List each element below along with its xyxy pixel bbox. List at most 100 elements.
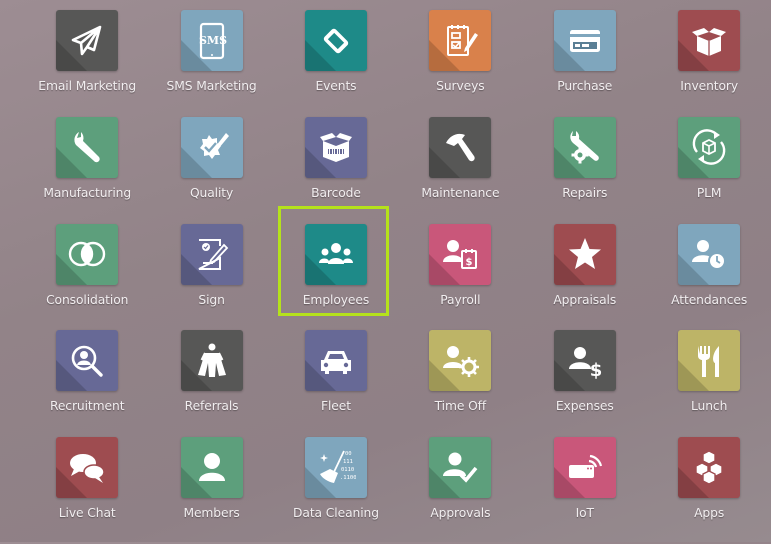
superhero-icon [192, 341, 232, 381]
person-check-icon [440, 448, 480, 488]
app-apps[interactable]: Apps [647, 437, 771, 544]
app-attendances[interactable]: Attendances [647, 223, 771, 331]
app-tile[interactable] [678, 330, 741, 392]
app-tile[interactable] [180, 116, 243, 178]
app-tile[interactable] [678, 10, 741, 71]
ticket-icon [316, 21, 356, 61]
star-icon [565, 234, 605, 274]
app-events[interactable]: Events [274, 10, 398, 117]
app-label: Payroll [440, 292, 481, 307]
app-tile[interactable] [553, 437, 616, 499]
app-tile[interactable]: SMS [180, 10, 243, 71]
app-label: Inventory [680, 79, 739, 93]
app-tile[interactable] [180, 330, 243, 392]
app-label: Live Chat [58, 506, 116, 521]
app-payroll[interactable]: $ Payroll [398, 223, 522, 331]
app-tile[interactable] [304, 10, 367, 71]
fork-knife-icon [689, 341, 729, 381]
app-referrals[interactable]: Referrals [149, 330, 273, 437]
app-grid: Email Marketing SMS SMS Marketing Events Sur… [25, 10, 771, 544]
app-label: Fleet [321, 399, 351, 414]
barcode-box-icon [316, 127, 356, 167]
app-tile[interactable] [429, 10, 492, 71]
app-tile[interactable] [304, 223, 367, 285]
app-approvals[interactable]: Approvals [398, 437, 522, 544]
app-data-cleaning[interactable]: 00 111 0110 .1100 Data Cleaning [274, 437, 398, 544]
app-tile[interactable] [56, 223, 119, 285]
app-plm[interactable]: PLM [647, 116, 771, 224]
app-tile[interactable] [429, 330, 492, 392]
app-expenses[interactable]: $ Expenses [523, 330, 647, 437]
app-tile[interactable]: 00 111 0110 .1100 [304, 437, 367, 499]
svg-text:111: 111 [343, 459, 353, 465]
app-label: PLM [696, 185, 722, 200]
app-tile[interactable] [678, 437, 741, 499]
person-icon [192, 448, 232, 488]
app-recruitment[interactable]: Recruitment [25, 330, 149, 437]
app-appraisals[interactable]: Appraisals [523, 223, 647, 331]
app-tile[interactable] [304, 116, 367, 178]
app-time-off[interactable]: Time Off [398, 330, 522, 437]
app-repairs[interactable]: Repairs [523, 116, 647, 224]
app-barcode[interactable]: Barcode [274, 116, 398, 224]
app-tile[interactable]: $ [429, 223, 492, 285]
app-tile[interactable] [56, 10, 119, 71]
app-employees[interactable]: Employees [274, 223, 398, 331]
app-manufacturing[interactable]: Manufacturing [25, 116, 149, 224]
app-tile[interactable] [553, 223, 616, 285]
wrench-gear-icon [565, 127, 605, 167]
app-sms-marketing[interactable]: SMS SMS Marketing [149, 10, 273, 117]
app-fleet[interactable]: Fleet [274, 330, 398, 437]
app-label: Consolidation [46, 292, 129, 307]
app-maintenance[interactable]: Maintenance [398, 116, 522, 224]
app-tile[interactable] [553, 116, 616, 178]
app-label: Employees [302, 292, 370, 307]
svg-text:0110: 0110 [341, 467, 354, 473]
app-tile[interactable] [56, 116, 119, 178]
svg-text:$: $ [589, 360, 602, 381]
app-sign[interactable]: Sign [149, 223, 273, 331]
app-tile[interactable] [678, 223, 741, 285]
people-group-icon [316, 234, 356, 274]
chat-bubbles-icon [67, 448, 107, 488]
app-inventory[interactable]: Inventory [647, 10, 771, 117]
app-label: Lunch [691, 399, 728, 414]
app-tile[interactable] [304, 330, 367, 392]
app-label: Events [315, 79, 357, 93]
person-dollar-icon: $ [565, 341, 605, 381]
app-email-marketing[interactable]: Email Marketing [25, 10, 149, 117]
app-label: Apps [694, 506, 725, 521]
hammer-icon [440, 127, 480, 167]
app-label: IoT [575, 506, 594, 521]
app-members[interactable]: Members [149, 437, 273, 544]
app-tile[interactable] [429, 116, 492, 178]
svg-text:00: 00 [345, 451, 352, 457]
app-purchase[interactable]: Purchase [523, 10, 647, 117]
app-tile[interactable] [429, 437, 492, 499]
app-label: SMS Marketing [166, 79, 257, 93]
app-tile[interactable] [56, 330, 119, 392]
app-tile[interactable] [678, 116, 741, 178]
credit-card-icon [565, 21, 605, 61]
badge-check-pencil-icon [192, 127, 232, 167]
app-tile[interactable] [180, 437, 243, 499]
app-label: Sign [198, 292, 225, 307]
app-tile[interactable] [56, 437, 119, 499]
overlapping-circles-icon [67, 234, 107, 274]
person-clock-icon [689, 234, 729, 274]
app-surveys[interactable]: Surveys [398, 10, 522, 117]
app-label: Barcode [311, 185, 361, 200]
app-tile[interactable] [553, 10, 616, 71]
app-consolidation[interactable]: Consolidation [25, 223, 149, 331]
app-iot[interactable]: IoT [523, 437, 647, 544]
app-tile[interactable]: $ [553, 330, 616, 392]
app-label: Recruitment [49, 399, 125, 414]
search-person-icon [67, 341, 107, 381]
person-calendar-dollar-icon: $ [440, 234, 480, 274]
app-live-chat[interactable]: Live Chat [25, 437, 149, 544]
app-tile[interactable] [180, 223, 243, 285]
iot-device-icon [565, 448, 605, 488]
cycle-box-icon [689, 127, 729, 167]
app-quality[interactable]: Quality [149, 116, 273, 224]
app-lunch[interactable]: Lunch [647, 330, 771, 437]
